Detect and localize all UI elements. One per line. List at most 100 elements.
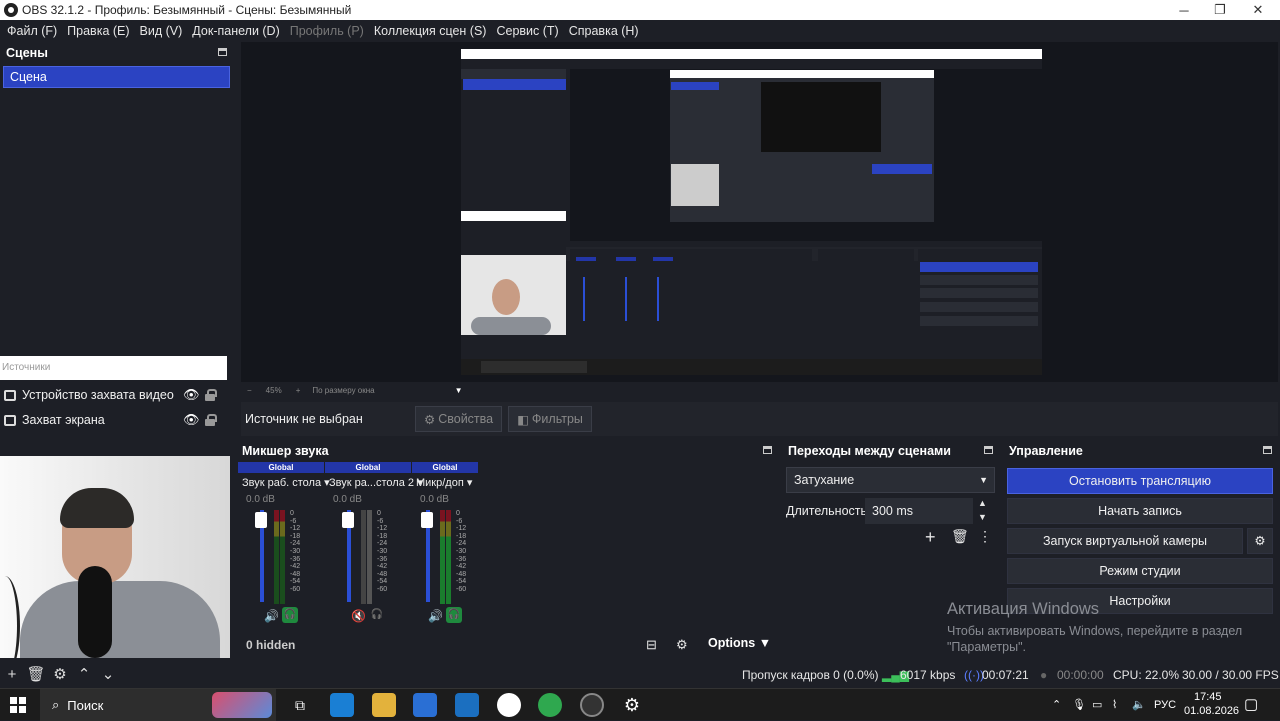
speaker-icon[interactable]: 🔊 bbox=[264, 609, 279, 623]
clock-date[interactable]: 01.08.2026 bbox=[1184, 705, 1239, 717]
chevron-down-icon[interactable]: ▼ bbox=[455, 386, 463, 395]
preview-screen[interactable] bbox=[461, 49, 1042, 375]
obs-taskbar-icon[interactable] bbox=[580, 693, 604, 717]
menu-view[interactable]: Вид (V) bbox=[135, 24, 188, 38]
edge-icon[interactable] bbox=[330, 693, 354, 717]
store-icon[interactable] bbox=[413, 693, 437, 717]
lock-icon[interactable] bbox=[205, 389, 217, 401]
virtual-camera-settings-button[interactable]: ⚙ bbox=[1247, 528, 1273, 554]
visibility-eye-icon[interactable]: 👁 bbox=[183, 412, 200, 428]
clock-time[interactable]: 17:45 bbox=[1194, 691, 1222, 703]
watermark-text: Чтобы активировать Windows, перейдите в … bbox=[947, 624, 1243, 654]
headphones-icon[interactable]: 🎧 bbox=[369, 607, 385, 623]
channel-name[interactable]: Звук ра...стола 2 ▾ bbox=[329, 476, 423, 489]
menu-tools[interactable]: Сервис (T) bbox=[491, 24, 563, 38]
close-button[interactable]: ✕ bbox=[1238, 0, 1278, 20]
chevron-down-icon: ▼ bbox=[758, 636, 772, 650]
zoom-out-icon[interactable]: − bbox=[247, 386, 252, 395]
duration-spinbox[interactable]: 300 ms bbox=[865, 498, 973, 524]
tray-chevron-icon[interactable]: ⌃ bbox=[1052, 698, 1061, 711]
transition-value: Затухание bbox=[794, 473, 855, 487]
maximize-button[interactable]: ❐ bbox=[1200, 0, 1240, 20]
undock-icon[interactable] bbox=[1263, 446, 1272, 454]
chevron-down-icon: ▾ bbox=[466, 477, 473, 489]
notification-icon[interactable]: ▢ bbox=[1244, 695, 1258, 713]
windows-start-icon[interactable] bbox=[10, 697, 26, 713]
menu-scene-collection[interactable]: Коллекция сцен (S) bbox=[369, 24, 492, 38]
source-label: Захват экрана bbox=[22, 413, 105, 427]
settings-taskbar-icon[interactable]: ⚙ bbox=[620, 693, 644, 717]
chrome-icon[interactable] bbox=[538, 693, 562, 717]
level-meter bbox=[367, 510, 372, 604]
channel-name-text: Звук раб. стола bbox=[242, 477, 322, 489]
transitions-title: Переходы между сценами bbox=[788, 444, 951, 458]
mixer-channel-mic: Global Микр/доп ▾ 0.0 dB 0 -6 -12 -18 -24 -30… bbox=[412, 462, 478, 632]
undock-icon[interactable] bbox=[218, 48, 227, 56]
channel-name[interactable]: Звук раб. стола ▾ bbox=[242, 476, 330, 489]
file-explorer-icon[interactable] bbox=[372, 693, 396, 717]
global-badge: Global bbox=[412, 462, 478, 473]
watermark-title: Активация Windows bbox=[947, 600, 1100, 618]
advanced-audio-icon[interactable]: ⚙ bbox=[676, 637, 688, 653]
volume-icon[interactable]: 🔈 bbox=[1132, 698, 1146, 711]
fader-handle[interactable] bbox=[342, 512, 354, 528]
filters-button[interactable]: ◧ Фильтры bbox=[508, 406, 592, 432]
mixer-options-button[interactable]: Options ▼ bbox=[708, 636, 771, 650]
minimize-button[interactable]: ─ bbox=[1164, 0, 1204, 20]
meter-scale: 0 -6 -12 -18 -24 -30 -36 -42 -48 -54 -60 bbox=[290, 510, 301, 593]
transition-select[interactable]: Затухание ▼ bbox=[786, 467, 995, 493]
menu-file[interactable]: Файл (F) bbox=[2, 24, 62, 38]
battery-icon[interactable]: ▭ bbox=[1092, 698, 1102, 711]
cpu-usage: CPU: 22.0% bbox=[1113, 668, 1180, 682]
headphones-icon[interactable]: 🎧 bbox=[282, 607, 298, 623]
fit-mode[interactable]: По размеру окна bbox=[312, 386, 374, 395]
network-icon[interactable]: ⌇ bbox=[1112, 698, 1117, 711]
gear-icon: ⚙ bbox=[1254, 534, 1266, 548]
channel-name[interactable]: Микр/доп ▾ bbox=[416, 476, 472, 489]
start-recording-button[interactable]: Начать запись bbox=[1007, 498, 1273, 524]
tray-mic-icon[interactable]: 🎙 bbox=[1072, 698, 1086, 711]
speaker-icon[interactable]: 🔊 bbox=[428, 609, 443, 623]
source-item-video-capture[interactable]: Устройство захвата видео 👁 bbox=[0, 383, 230, 407]
fader-handle[interactable] bbox=[421, 512, 433, 528]
undock-icon[interactable] bbox=[984, 446, 993, 454]
yandex-browser-icon[interactable] bbox=[497, 693, 521, 717]
zoom-in-icon[interactable]: + bbox=[296, 386, 301, 395]
search-highlight-image bbox=[212, 692, 272, 718]
layout-icon[interactable]: ⊟ bbox=[646, 637, 657, 653]
channel-db: 0.0 dB bbox=[420, 494, 449, 505]
channel-name-text: Звук ра...стола 2 bbox=[329, 477, 415, 489]
search-label: Поиск bbox=[67, 697, 104, 713]
add-icon[interactable]: + bbox=[925, 527, 936, 548]
spin-down-icon[interactable]: ▼ bbox=[978, 512, 987, 522]
language-indicator[interactable]: РУС bbox=[1154, 699, 1176, 711]
scenes-dock: Сцены Сцена bbox=[0, 42, 233, 354]
menu-edit[interactable]: Правка (E) bbox=[62, 24, 134, 38]
more-icon[interactable]: ⋮ bbox=[978, 528, 992, 545]
spin-up-icon[interactable]: ▲ bbox=[978, 498, 987, 508]
scene-item[interactable]: Сцена bbox=[3, 66, 230, 88]
taskbar-search[interactable]: ⌕ Поиск bbox=[40, 689, 276, 721]
source-toolbar: Источник не выбран ⚙ Свойства ◧ Фильтры bbox=[241, 402, 1278, 436]
fader-handle[interactable] bbox=[255, 512, 267, 528]
undock-icon[interactable] bbox=[763, 446, 772, 454]
sources-title: Источники bbox=[0, 356, 227, 380]
menu-profile[interactable]: Профиль (P) bbox=[285, 24, 369, 38]
menu-docks[interactable]: Док-панели (D) bbox=[187, 24, 284, 38]
source-item-screen-capture[interactable]: Захват экрана 👁 bbox=[0, 408, 230, 432]
mail-icon[interactable] bbox=[455, 693, 479, 717]
headphones-icon[interactable]: 🎧 bbox=[446, 607, 462, 623]
start-virtual-camera-button[interactable]: Запуск виртуальной камеры bbox=[1007, 528, 1243, 554]
visibility-eye-icon[interactable]: 👁 bbox=[183, 387, 200, 403]
stop-stream-button[interactable]: Остановить трансляцию bbox=[1007, 468, 1273, 494]
menu-help[interactable]: Справка (H) bbox=[564, 24, 644, 38]
level-meter bbox=[361, 510, 366, 604]
studio-mode-button[interactable]: Режим студии bbox=[1007, 558, 1273, 584]
mixer-channel-desktop: Global Звук раб. стола ▾ 0.0 dB 0 -6 -12 -1… bbox=[238, 462, 330, 632]
lock-icon[interactable] bbox=[205, 414, 217, 426]
properties-button[interactable]: ⚙ Свойства bbox=[415, 406, 503, 432]
stream-time: 00:07:21 bbox=[982, 668, 1029, 682]
task-view-icon[interactable]: ⧉ bbox=[288, 693, 312, 717]
muted-speaker-icon[interactable]: 🔇 bbox=[351, 609, 366, 623]
trash-icon[interactable]: 🗑 bbox=[951, 528, 969, 545]
